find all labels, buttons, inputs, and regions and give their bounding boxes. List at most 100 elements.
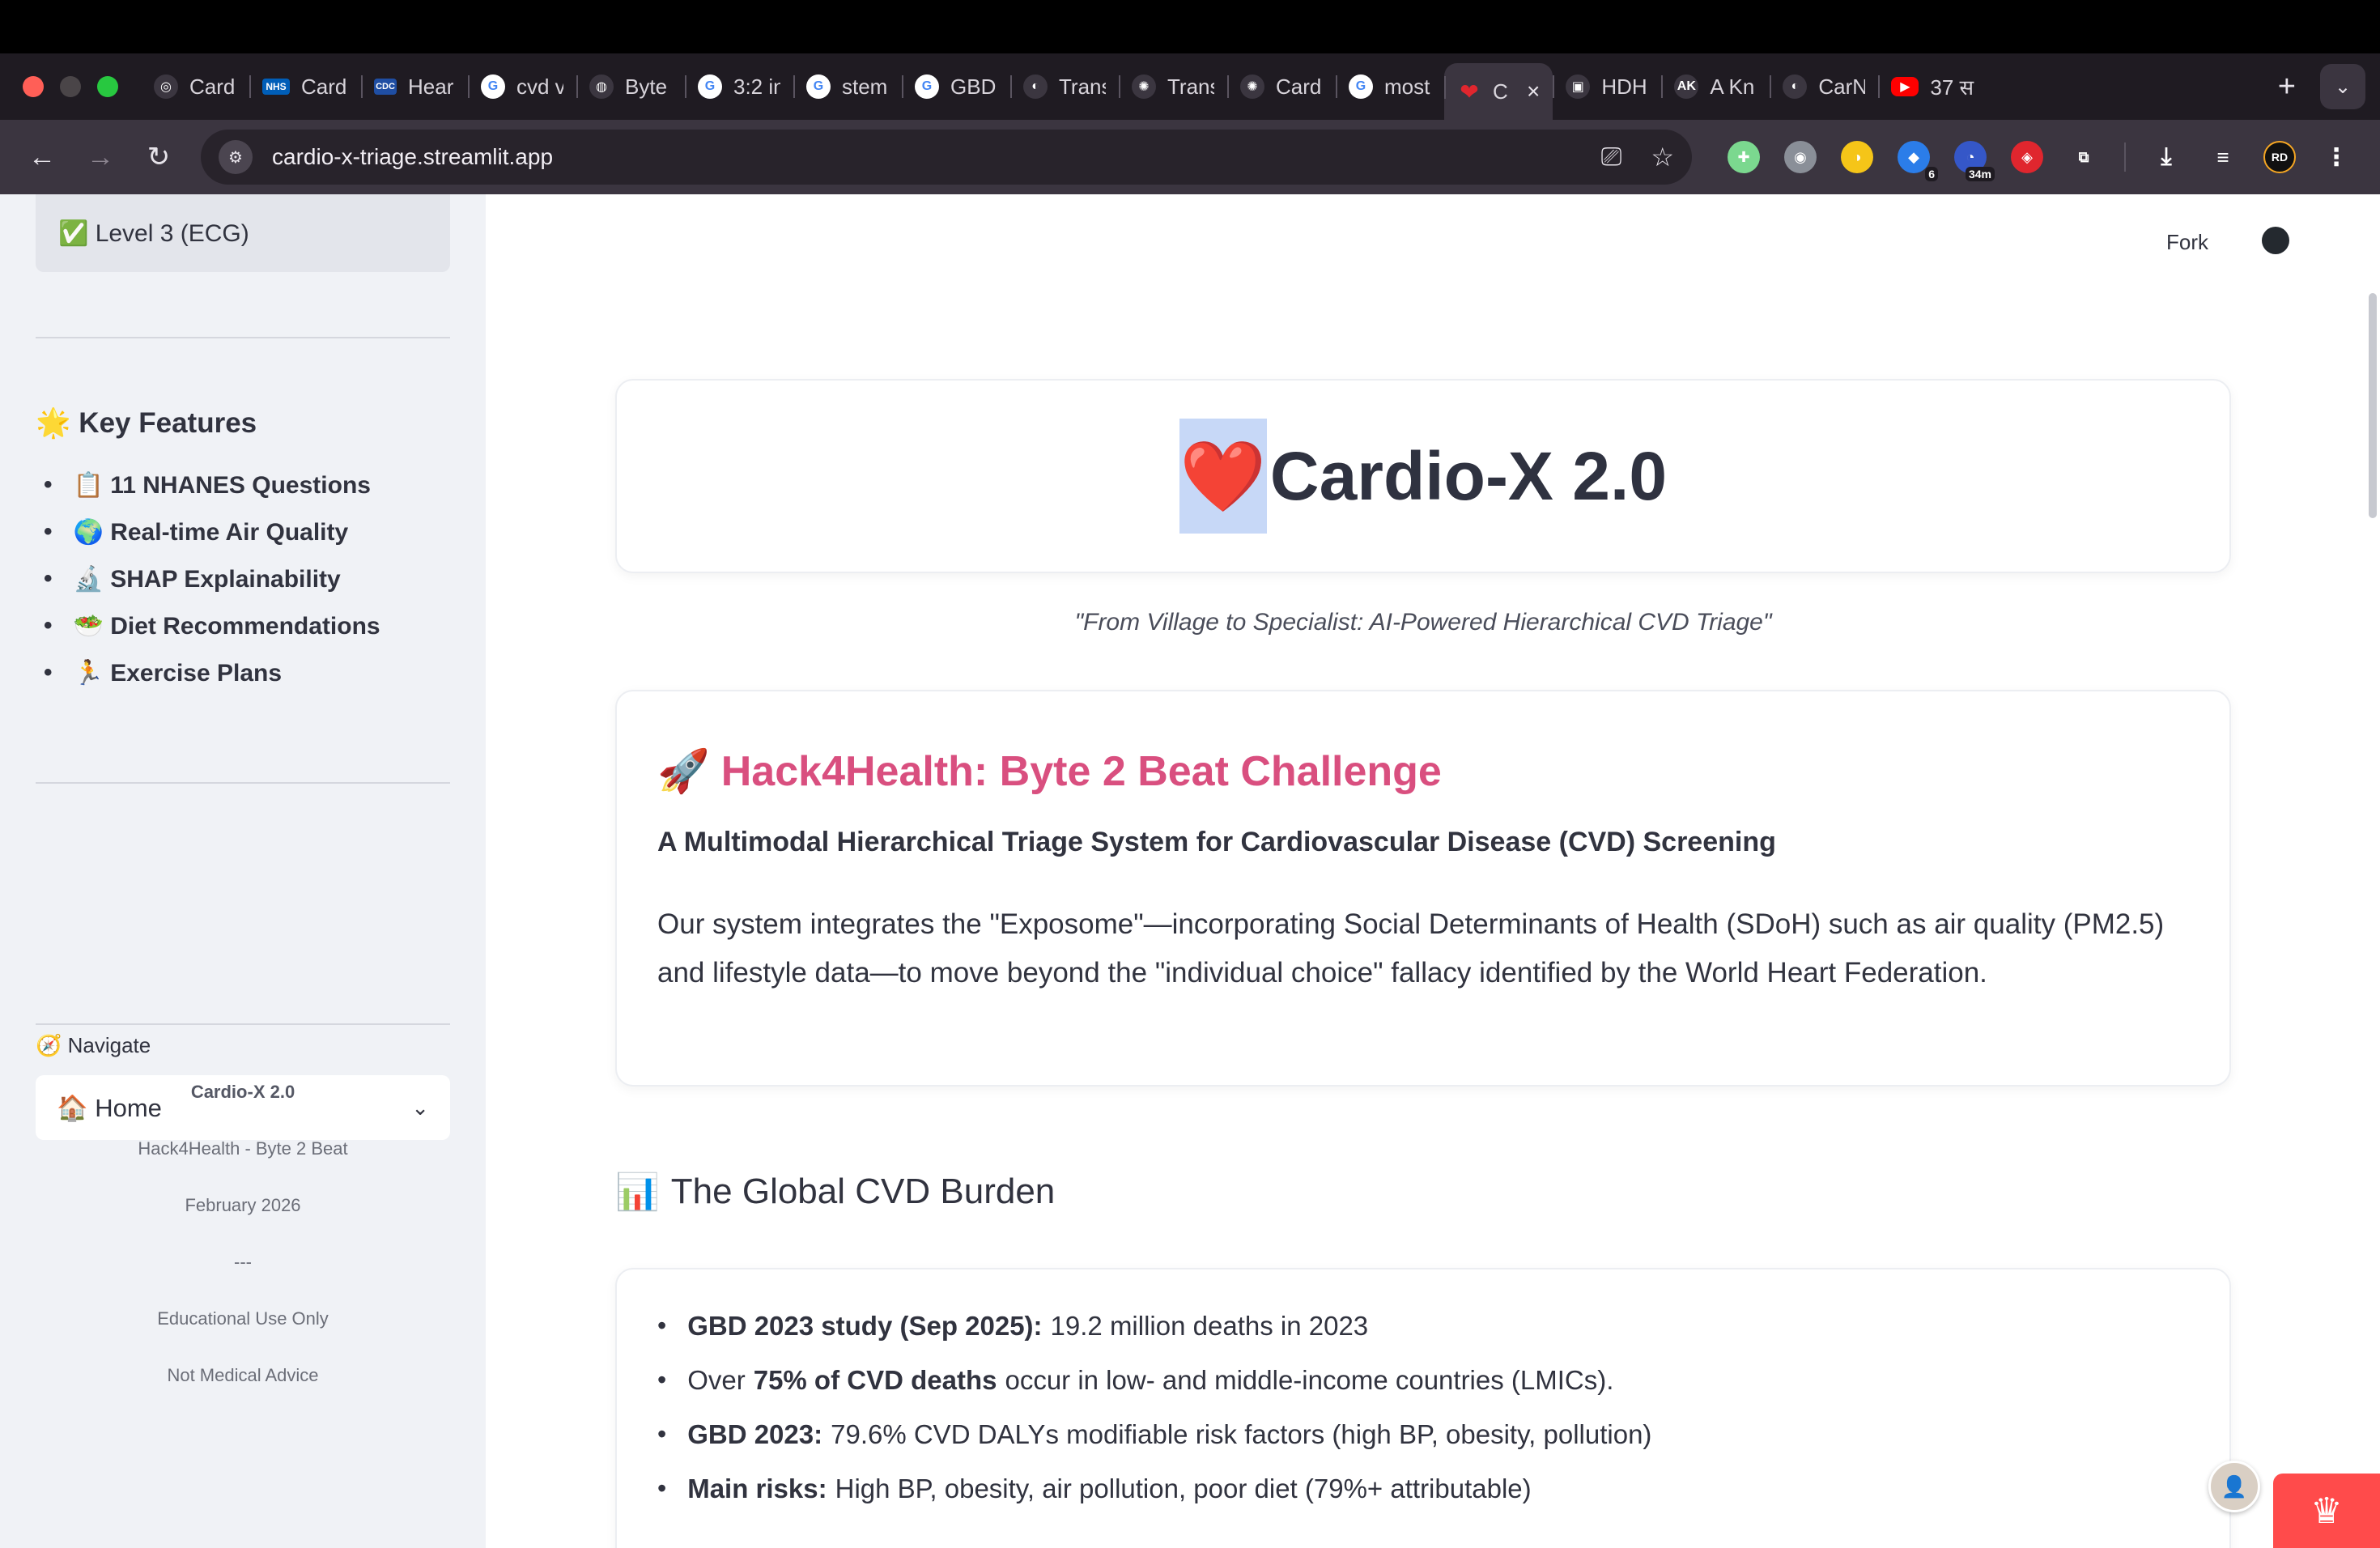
owl-extension-icon[interactable]: ◉	[1784, 141, 1817, 173]
level-3-item[interactable]: ✅ Level 3 (ECG)	[36, 194, 450, 272]
screen-top-strip	[0, 0, 2380, 53]
burden-list-item: Over75% of CVD deaths occur in low- and m…	[657, 1353, 2189, 1407]
burden-item-text: occur in low- and middle-income countrie…	[1005, 1364, 1614, 1395]
red-extension-icon[interactable]: ◈	[2011, 141, 2043, 173]
burden-item-bold: GBD 2023:	[687, 1418, 823, 1449]
burden-heading-text: The Global CVD Burden	[670, 1172, 1056, 1211]
burden-list: GBD 2023 study (Sep 2025):19.2 million d…	[657, 1299, 2189, 1516]
openai-icon: ✺	[1132, 74, 1156, 99]
browser-tab[interactable]: ◐ Trans	[1010, 62, 1119, 111]
rocket-icon: 🚀	[657, 748, 710, 795]
bookmark-star-icon[interactable]: ☆	[1651, 142, 1674, 172]
heart-icon: ❤	[1460, 79, 1479, 104]
profile-avatar[interactable]: RD	[2263, 141, 2296, 173]
scrollbar-thumb[interactable]	[2369, 293, 2377, 518]
minimize-window-button[interactable]	[60, 76, 81, 97]
browser-tab[interactable]: Gcvd v	[468, 62, 576, 111]
challenge-title-text: Hack4Health: Byte 2 Beat Challenge	[720, 747, 1442, 795]
footer-date: February 2026	[185, 1195, 301, 1215]
maximize-window-button[interactable]	[97, 76, 118, 97]
browser-tab[interactable]: Gmost	[1336, 62, 1444, 111]
openai-icon: ✺	[1240, 74, 1264, 99]
tab-title: stem	[842, 74, 888, 99]
tab-title: CarN	[1818, 74, 1866, 99]
browser-tab[interactable]: ▶ 37 स	[1878, 62, 1990, 111]
ak-icon: AK	[1674, 74, 1699, 99]
media-controls-icon[interactable]: ≡	[2207, 141, 2239, 173]
fork-link[interactable]: Fork	[2166, 230, 2208, 255]
browser-tab[interactable]: ✺ Card	[1227, 62, 1336, 111]
puzzle-extensions-icon-glyph: ⧉	[2078, 148, 2089, 165]
close-tab-icon[interactable]: ×	[1527, 79, 1540, 104]
burden-heading: 📊 The Global CVD Burden	[615, 1171, 1055, 1213]
browser-tab[interactable]: Gstem	[793, 62, 902, 111]
puzzle-extensions-icon[interactable]: ⧉	[2068, 141, 2100, 173]
browser-tab[interactable]: G 3:2 in	[685, 62, 793, 111]
streamlit-user-avatar[interactable]: 👤	[2208, 1461, 2260, 1512]
tab-title: Card	[189, 74, 236, 99]
tagline: "From Village to Specialist: AI-Powered …	[1074, 609, 1772, 636]
github-icon[interactable]	[2262, 227, 2289, 254]
tab-strip: ◎ Card NHS Card CDC Hear Gcvd v ◍ Byte G 3:2 in Gst…	[141, 53, 2254, 120]
browser-tab[interactable]: ◎ Card	[141, 62, 249, 111]
site-settings-icon[interactable]: ⚙	[219, 140, 253, 174]
title-card: ❤️ Cardio-X 2.0	[615, 379, 2231, 573]
moon-extension-icon[interactable]: ◑	[1841, 141, 1873, 173]
browser-tab[interactable]: G GBD	[902, 62, 1010, 111]
reload-button[interactable]: ↻	[134, 133, 183, 181]
browser-tab[interactable]: ▣ HDH	[1553, 62, 1661, 111]
page-title: ❤️ Cardio-X 2.0	[1179, 419, 1667, 534]
tab-search-button[interactable]: ⌄	[2320, 64, 2365, 109]
back-button[interactable]: ←	[18, 133, 66, 181]
grid-extension-icon-glyph: ✚	[1737, 148, 1750, 165]
challenge-description: Our system integrates the "Exposome"—inc…	[657, 908, 2165, 989]
browser-tab[interactable]: NHS Card	[249, 62, 361, 111]
browser-menu-icon[interactable]: ⋮	[2320, 141, 2352, 173]
burden-item-bold: GBD 2023 study (Sep 2025):	[687, 1310, 1043, 1341]
tab-title: C	[1493, 79, 1508, 104]
streamlit-crown-icon[interactable]: ♛	[2273, 1474, 2380, 1548]
navigate-label: 🧭 Navigate	[36, 1033, 151, 1057]
tab-title: A Kn	[1710, 74, 1755, 99]
bar-chart-icon: 📊	[615, 1172, 660, 1212]
footer-disclaimer-medical: Not Medical Advice	[167, 1365, 319, 1385]
sidebar-divider	[36, 782, 450, 784]
tab-title: 3:2 in	[733, 74, 780, 99]
sidebar: ✅ Level 3 (ECG) 🌟 Key Features 📋 11 NHAN…	[0, 194, 486, 1548]
sidebar-divider	[36, 1023, 450, 1025]
browser-tab[interactable]: ◐ CarN	[1770, 62, 1878, 111]
tab-title: GBD	[950, 74, 997, 99]
download-icon[interactable]: ⤓	[2150, 141, 2182, 173]
google-icon: G	[481, 74, 505, 99]
burden-item-text: 79.6% CVD DALYs modifiable risk factors …	[831, 1418, 1652, 1449]
fingerprint-icon: ◍	[589, 74, 614, 99]
address-bar[interactable]: ⚙ cardio-x-triage.streamlit.app ⎚ ☆	[201, 130, 1692, 185]
browser-tab[interactable]: CDC Hear	[361, 62, 468, 111]
tab-title: Trans	[1059, 74, 1106, 99]
install-app-icon[interactable]: ⎚	[1601, 142, 1622, 172]
grid-extension-icon[interactable]: ✚	[1728, 141, 1760, 173]
burden-card: GBD 2023 study (Sep 2025):19.2 million d…	[615, 1268, 2231, 1548]
footer-app-name: Cardio-X 2.0	[190, 1082, 295, 1102]
page-title-text: Cardio-X 2.0	[1269, 437, 1668, 514]
profile-extension-icon-glyph: ◆	[1908, 148, 1919, 165]
browser-tab[interactable]: ✺ Trans	[1119, 62, 1227, 111]
timer-extension-icon[interactable]: ◔ 34m	[1954, 141, 1995, 181]
profile-extension-icon[interactable]: ◆ 6	[1898, 141, 1938, 181]
sidebar-divider	[36, 337, 450, 338]
browser-tab[interactable]: ◍ Byte	[576, 62, 685, 111]
burden-item-bold: Main risks:	[687, 1473, 827, 1503]
url-text[interactable]: cardio-x-triage.streamlit.app	[272, 144, 1572, 170]
browser-tab[interactable]: ❤ C ×	[1444, 63, 1553, 120]
feature-list-item: 📋 11 NHANES Questions	[44, 461, 380, 508]
pdf-icon: ▣	[1566, 74, 1591, 99]
challenge-card: 🚀 Hack4Health: Byte 2 Beat Challenge A M…	[615, 690, 2231, 1087]
feature-list-item: 🌍 Real-time Air Quality	[44, 508, 380, 555]
new-tab-button[interactable]: +	[2278, 70, 2296, 104]
forward-button[interactable]: →	[76, 133, 125, 181]
close-window-button[interactable]	[23, 76, 44, 97]
tab-title: Hear	[408, 74, 454, 99]
browser-tab[interactable]: AK A Kn	[1661, 62, 1770, 111]
tab-title: 37 स	[1930, 75, 1974, 100]
burden-list-item: Main risks: High BP, obesity, air polluti…	[657, 1461, 2189, 1516]
